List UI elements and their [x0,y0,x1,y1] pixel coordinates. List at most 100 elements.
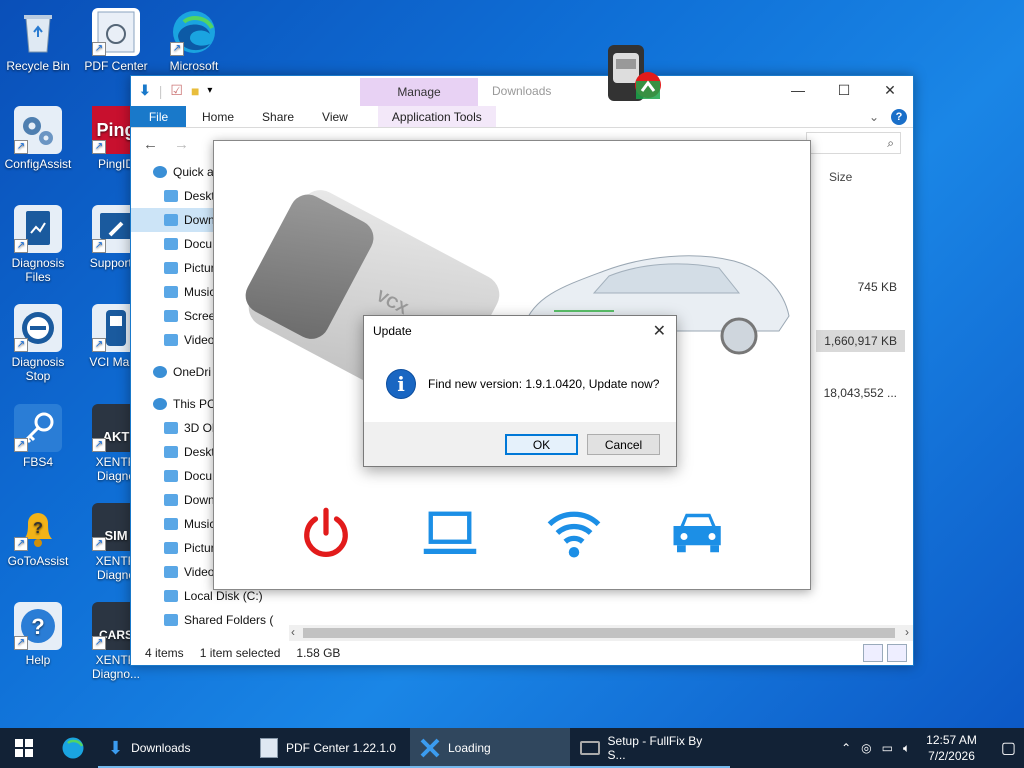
nav-item-label: Down [184,213,215,227]
desktop-icon-label: GoToAssist [7,554,69,568]
folder-icon [164,286,178,298]
car-icon[interactable] [666,505,730,561]
minimize-button[interactable]: — [775,76,821,104]
desktop-icon-label: ConfigAssist [4,157,72,171]
notification-icon[interactable]: ▢ [1001,738,1016,758]
edge-icon: ↗ [170,8,218,56]
forward-arrow-icon[interactable]: → [174,136,189,153]
status-bar: 4 items 1 item selected 1.58 GB [131,641,913,665]
meet-now-icon[interactable]: ◎ [861,741,871,755]
taskbar-edge[interactable] [48,728,98,768]
quick-access-toolbar: ⬇ | ☑ ■ ▾ [139,82,212,99]
pdf-icon [260,738,278,758]
nav-item-label: Shared Folders ( [184,613,274,627]
folder-icon [164,310,178,322]
search-icon: ⌕ [887,135,894,150]
dialog-message: Find new version: 1.9.1.0420, Update now… [428,377,660,391]
desktop-icon-microsoft-edge[interactable]: ↗ Microsoft [156,8,232,73]
tab-home[interactable]: Home [188,106,248,127]
taskbar-app-downloads[interactable]: ⬇ Downloads [98,728,250,768]
dialog-titlebar[interactable]: Update ✕ [364,316,676,346]
edge-icon [62,737,84,759]
scroll-thumb[interactable] [303,628,895,638]
scroll-right-icon[interactable]: › [905,625,909,639]
close-button[interactable]: ✕ [867,76,913,104]
power-icon[interactable] [294,505,358,561]
desktop-icon-diagnosis-files[interactable]: ↗ Diagnosis Files [0,205,76,284]
desktop-icon-recycle-bin[interactable]: Recycle Bin [0,8,76,73]
desktop-icon-label: Recycle Bin [6,59,70,73]
checklist-icon[interactable]: ☑ [170,82,183,99]
start-button[interactable] [0,728,48,768]
desktop-icon-help[interactable]: ? ↗ Help [0,602,76,667]
taskbar-app-loading[interactable]: Loading [410,728,570,768]
help-icon[interactable]: ? [891,109,907,125]
info-icon: i [386,369,416,399]
pdf-center-icon: ↗ [92,8,140,56]
desktop-icon-gotoassist[interactable]: ? ↗ GoToAssist [0,503,76,568]
tab-share[interactable]: Share [248,106,308,127]
chevron-up-icon[interactable]: ⌃ [841,741,851,755]
volume-icon[interactable]: 🔈︎ [903,741,910,756]
nav-item-label: Docu [184,237,213,251]
desktop-icon-diagnosis-stop[interactable]: ↗ Diagnosis Stop [0,304,76,383]
clock[interactable]: 12:57 AM 7/2/2026 [920,732,983,764]
folder-icon[interactable]: ■ [191,83,199,99]
nav-item[interactable]: Shared Folders ( [131,608,281,632]
desktop-icon-label: Microsoft [169,59,219,73]
wifi-icon[interactable] [542,505,606,561]
tab-file[interactable]: File [131,106,186,127]
folder-download-icon: ⬇ [108,737,124,758]
taskbar-app-label: Loading [448,741,491,755]
taskbar-app-pdf-center[interactable]: PDF Center 1.22.1.0 [250,728,410,768]
desktop-icon-label: Diagnosis Files [11,256,65,284]
nav-item-label: Pictur [184,541,215,555]
maximize-button[interactable]: ☐ [821,76,867,104]
back-arrow-icon[interactable]: ← [143,136,158,153]
nav-item-label: Quick a [173,165,214,179]
system-tray: ⌃ ◎ ▭ 🔈︎ 12:57 AM 7/2/2026 ▢ [841,728,1024,768]
cancel-button[interactable]: Cancel [587,434,660,455]
taskbar-app-setup[interactable]: Setup - FullFix By S... [570,728,730,768]
vci-tray-icon[interactable] [604,41,664,103]
svg-text:?: ? [31,614,44,639]
dialog-close-icon[interactable]: ✕ [653,321,666,341]
file-size-selected[interactable]: 1,660,917 KB [816,330,905,352]
folder-icon [164,494,178,506]
column-header-size[interactable]: Size [829,170,852,184]
nav-item-label: Scree [184,309,216,323]
folder-icon [164,238,178,250]
scroll-left-icon[interactable]: ‹ [291,625,295,639]
document-chart-icon: ↗ [14,205,62,253]
horizontal-scrollbar[interactable]: ‹ › [289,625,913,641]
window-title: Downloads [492,84,552,98]
nav-buttons: ← → [143,136,189,153]
large-icons-view-icon[interactable] [887,644,907,662]
update-dialog[interactable]: Update ✕ i Find new version: 1.9.1.0420,… [363,315,677,467]
stop-icon: ↗ [14,304,62,352]
file-size: 18,043,552 ... [823,386,897,400]
tab-application-tools[interactable]: Application Tools [377,106,496,127]
expand-ribbon-icon[interactable]: ⌄ [869,110,879,124]
desktop-icon-configassist[interactable]: ↗ ConfigAssist [0,106,76,171]
bell-icon: ? ↗ [14,503,62,551]
nav-item-label: Deskt [184,445,215,459]
nav-item-label: Video [184,333,215,347]
network-icon[interactable]: ▭ [882,741,893,755]
dialog-footer: OK Cancel [364,422,676,466]
details-view-icon[interactable] [863,644,883,662]
folder-icon [164,334,178,346]
desktop-icon-fbs4[interactable]: ↗ FBS4 [0,404,76,469]
ok-button[interactable]: OK [505,434,578,455]
laptop-icon[interactable] [418,505,482,561]
nav-item-label: Deskt [184,189,215,203]
file-size: 745 KB [857,280,897,294]
down-arrow-icon[interactable]: ⬇ [139,82,151,99]
desktop-icon-label: PDF Center [84,59,148,73]
desktop-icon-pdf-center[interactable]: ↗ PDF Center [78,8,154,73]
explorer-titlebar[interactable]: ⬇ | ☑ ■ ▾ Manage Downloads — ☐ ✕ [131,76,913,106]
search-input[interactable]: ⌕ [806,132,901,154]
tab-manage[interactable]: Manage [360,78,478,106]
tab-view[interactable]: View [308,106,362,127]
qat-dropdown-icon[interactable]: ▾ [207,85,212,96]
